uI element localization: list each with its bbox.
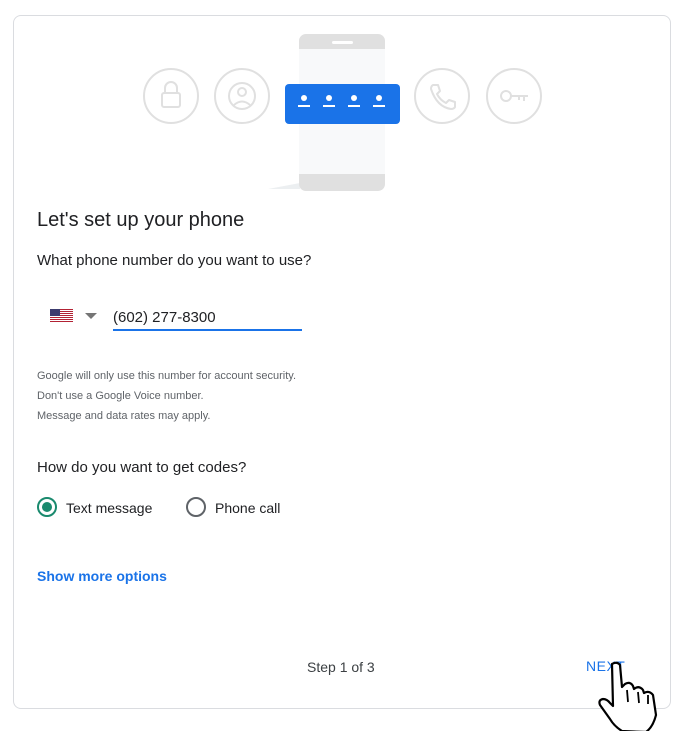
- country-selector[interactable]: [50, 307, 100, 327]
- phone-call-label: Phone call: [215, 500, 281, 516]
- page-title: Let's set up your phone: [37, 209, 245, 231]
- text-message-option[interactable]: Text message: [37, 497, 162, 519]
- rates-note: Message and data rates may apply.: [37, 410, 211, 422]
- security-note: Google will only use this number for acc…: [37, 370, 297, 382]
- text-message-label: Text message: [66, 500, 153, 516]
- key-icon: [486, 68, 542, 124]
- phone-call-radio[interactable]: [186, 497, 206, 517]
- phone-icon: [414, 68, 470, 124]
- illustration: [143, 34, 542, 191]
- us-flag-icon: [50, 309, 73, 322]
- phone-call-option[interactable]: Phone call: [186, 497, 286, 519]
- password-dots-icon: [285, 84, 400, 124]
- text-message-radio[interactable]: [37, 497, 57, 517]
- phone-number-input[interactable]: [113, 305, 302, 331]
- phone-question: What phone number do you want to use?: [37, 252, 312, 269]
- hand-cursor-icon: [598, 661, 658, 731]
- voice-note: Don't use a Google Voice number.: [37, 390, 204, 402]
- codes-question: How do you want to get codes?: [37, 459, 247, 476]
- step-indicator: Step 1 of 3: [307, 659, 375, 675]
- dropdown-caret-icon: [85, 313, 97, 319]
- lock-icon: [143, 68, 199, 124]
- account-icon: [214, 68, 270, 124]
- show-more-options-link[interactable]: Show more options: [37, 568, 167, 584]
